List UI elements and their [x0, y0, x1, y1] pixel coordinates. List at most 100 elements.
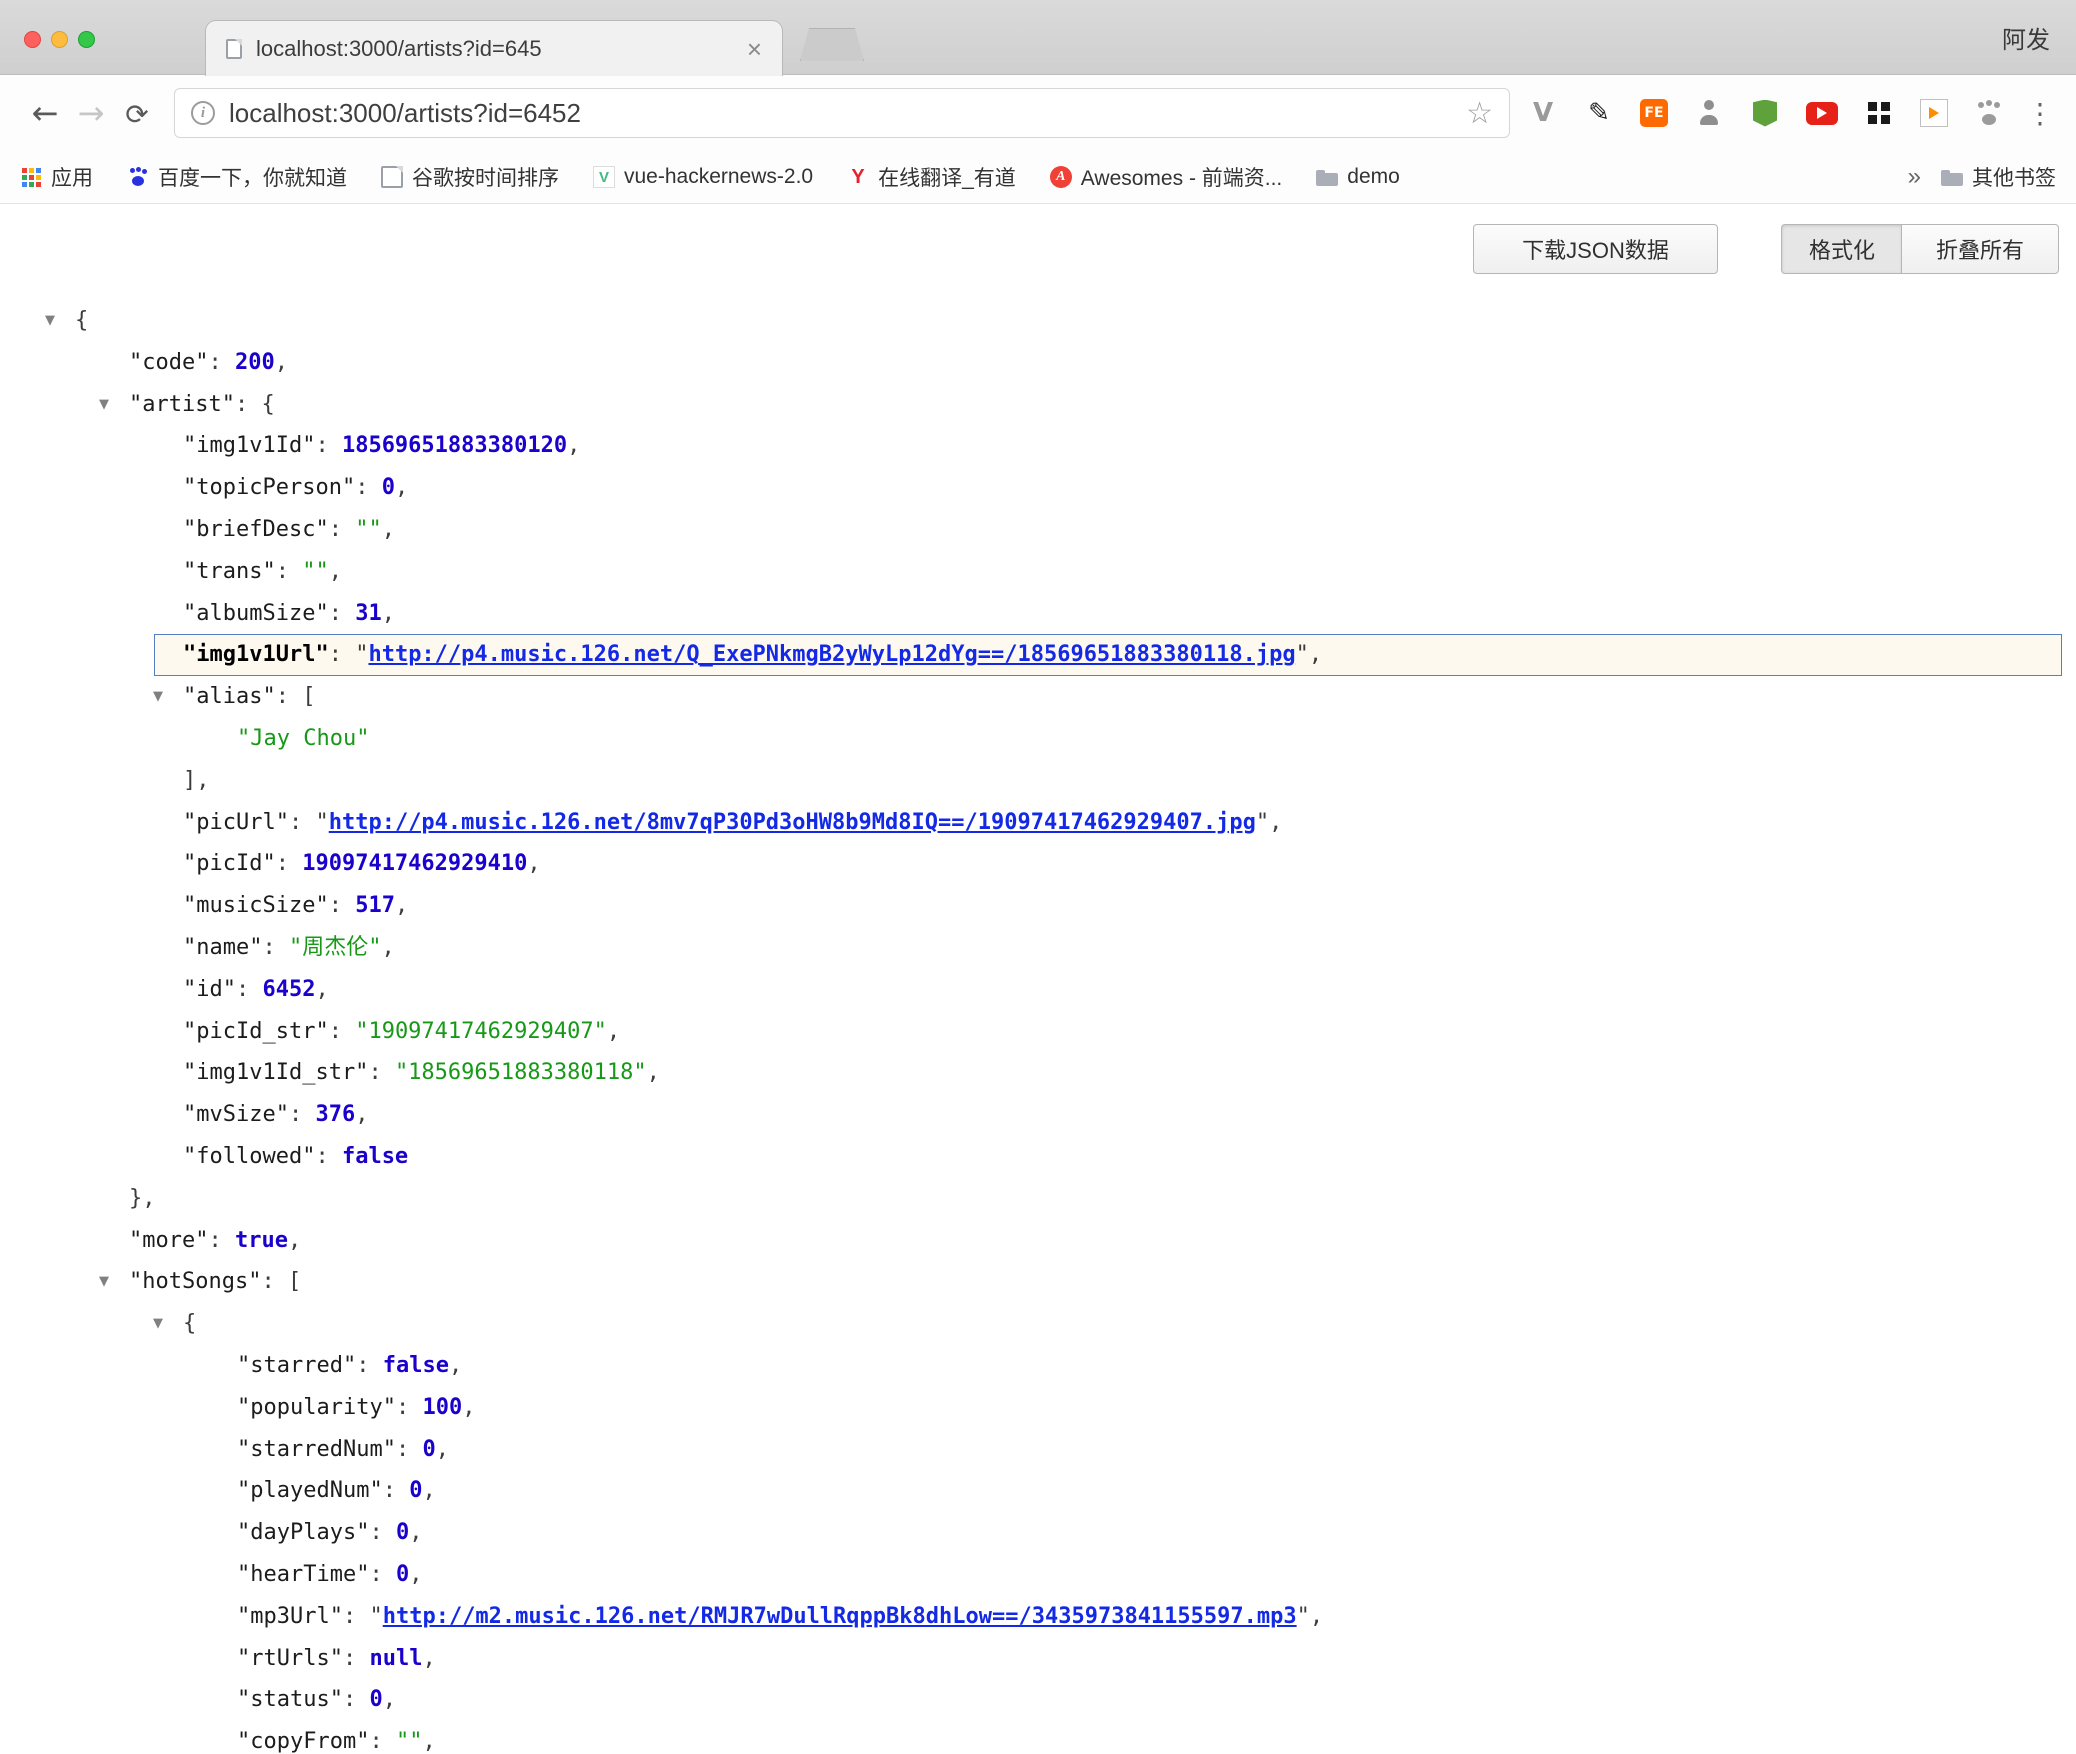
json-line: "picId": 19097417462929410, [0, 843, 2076, 885]
address-bar[interactable]: localhost:3000/artists?id=6452 [174, 88, 1510, 138]
browser-menu-icon[interactable] [2026, 97, 2054, 130]
json-token: "img1v1Id" [183, 433, 315, 458]
shield-icon[interactable] [1750, 98, 1780, 128]
json-token: "copyFrom" [237, 1729, 369, 1753]
json-token: : [329, 517, 356, 542]
json-token: : [368, 1060, 395, 1085]
collapse-arrow-icon[interactable] [153, 1303, 163, 1345]
json-token: : [208, 350, 235, 375]
json-url-link[interactable]: http://p4.music.126.net/8mv7qP30Pd3oHW8b… [329, 810, 1256, 835]
collapse-arrow-icon[interactable] [99, 384, 109, 426]
json-token: : [289, 810, 316, 835]
bookmark-label: vue-hackernews-2.0 [624, 165, 813, 189]
json-token: 19097417462929410 [302, 851, 527, 876]
new-tab-button[interactable] [800, 28, 864, 61]
reload-button[interactable] [114, 94, 160, 132]
download-json-button[interactable]: 下载JSON数据 [1473, 224, 1718, 274]
player-icon[interactable] [1920, 99, 1948, 127]
json-token: null [369, 1646, 422, 1671]
json-token: ], [183, 768, 210, 793]
bookmark-item[interactable]: vue-hackernews-2.0 [593, 165, 813, 189]
json-token: , [382, 517, 395, 542]
collapse-arrow-icon[interactable] [153, 676, 163, 718]
json-line: }, [0, 1178, 2076, 1220]
fe-icon[interactable]: FE [1640, 99, 1668, 127]
json-url-link[interactable]: http://m2.music.126.net/RMJR7wDullRqppBk… [383, 1604, 1297, 1629]
window-close-button[interactable] [24, 31, 41, 48]
apps-grid-icon [20, 166, 42, 188]
json-token: , [275, 350, 288, 375]
page-icon [381, 166, 403, 188]
format-button[interactable]: 格式化 [1781, 224, 1903, 274]
json-token: : [262, 935, 289, 960]
json-token: "mp3Url" [237, 1604, 343, 1629]
json-line: "dayPlays": 0, [0, 1512, 2076, 1554]
collapse-arrow-icon[interactable] [45, 300, 55, 342]
bookmark-item[interactable]: demo [1316, 165, 1400, 189]
json-token: 0 [396, 1520, 409, 1545]
other-bookmarks-folder[interactable]: 其他书签 [1941, 162, 2056, 192]
page-info-icon[interactable] [191, 101, 215, 125]
bookmark-item[interactable]: 谷歌按时间排序 [381, 162, 559, 192]
back-button[interactable] [22, 94, 68, 132]
json-token: 31 [355, 601, 382, 626]
tab-close-icon[interactable]: × [747, 36, 762, 62]
json-token: "name" [183, 935, 262, 960]
bookmark-item[interactable]: Awesomes - 前端资... [1050, 162, 1283, 192]
bookmark-item[interactable]: 在线翻译_有道 [847, 162, 1016, 192]
json-token: "topicPerson" [183, 475, 355, 500]
json-token: : [383, 1478, 410, 1503]
url-text[interactable]: localhost:3000/artists?id=6452 [229, 98, 1466, 129]
person-icon[interactable] [1694, 98, 1724, 128]
json-token: : [276, 559, 303, 584]
json-token: "picId" [183, 851, 276, 876]
window-minimize-button[interactable] [51, 31, 68, 48]
json-view: {"code": 200,"artist": {"img1v1Id": 1856… [0, 300, 2076, 1753]
youdao-pen-icon[interactable]: ✎ [1584, 98, 1614, 128]
json-line: ], [0, 760, 2076, 802]
json-line: "more": true, [0, 1220, 2076, 1262]
json-token: 517 [355, 893, 395, 918]
json-line: "img1v1Id": 18569651883380120, [0, 425, 2076, 467]
json-token: : [396, 1437, 423, 1462]
json-token: , [1310, 1604, 1323, 1629]
json-token: , [395, 475, 408, 500]
bookmark-item[interactable]: 百度一下，你就知道 [127, 162, 347, 192]
json-token: : [343, 1687, 370, 1712]
json-line: "artist": { [0, 384, 2076, 426]
json-token: : [315, 1144, 342, 1169]
json-token: : [236, 977, 263, 1002]
json-url-link[interactable]: http://p4.music.126.net/Q_ExePNkmgB2yWyL… [368, 642, 1295, 667]
json-token: : { [235, 392, 275, 417]
json-line: "picId_str": "19097417462929407", [0, 1011, 2076, 1053]
json-line: "followed": false [0, 1136, 2076, 1178]
collapse-arrow-icon[interactable] [99, 1261, 109, 1303]
json-token: 200 [235, 350, 275, 375]
window-zoom-button[interactable] [78, 31, 95, 48]
json-token: "artist" [129, 392, 235, 417]
paw-icon[interactable] [1974, 98, 2004, 128]
json-token: 0 [422, 1437, 435, 1462]
json-line: "code": 200, [0, 342, 2076, 384]
json-token: "" [396, 1729, 423, 1753]
json-token: " [1296, 642, 1309, 667]
youtube-icon[interactable] [1806, 102, 1838, 125]
page-content: 下载JSON数据 格式化 折叠所有 {"code": 200,"artist":… [0, 204, 2076, 1753]
json-line: "starred": false, [0, 1345, 2076, 1387]
json-token: "hotSongs" [129, 1269, 261, 1294]
qr-code-icon[interactable] [1864, 98, 1894, 128]
v-flag-icon[interactable]: V [1528, 98, 1558, 128]
youdao-icon [847, 166, 869, 188]
collapse-all-button[interactable]: 折叠所有 [1901, 224, 2059, 274]
bookmarks-overflow-chevron[interactable]: » [1908, 163, 1921, 191]
json-token: , [527, 851, 540, 876]
json-line: "albumSize": 31, [0, 593, 2076, 635]
json-token: "picId_str" [183, 1019, 329, 1044]
json-token: " [1297, 1604, 1310, 1629]
bookmark-star-icon[interactable] [1466, 96, 1493, 131]
browser-tab[interactable]: localhost:3000/artists?id=645 × [205, 20, 783, 76]
forward-button[interactable] [68, 94, 114, 132]
profile-name[interactable]: 阿发 [2002, 0, 2050, 75]
bookmark-item[interactable]: 应用 [20, 162, 93, 192]
json-token: , [607, 1019, 620, 1044]
